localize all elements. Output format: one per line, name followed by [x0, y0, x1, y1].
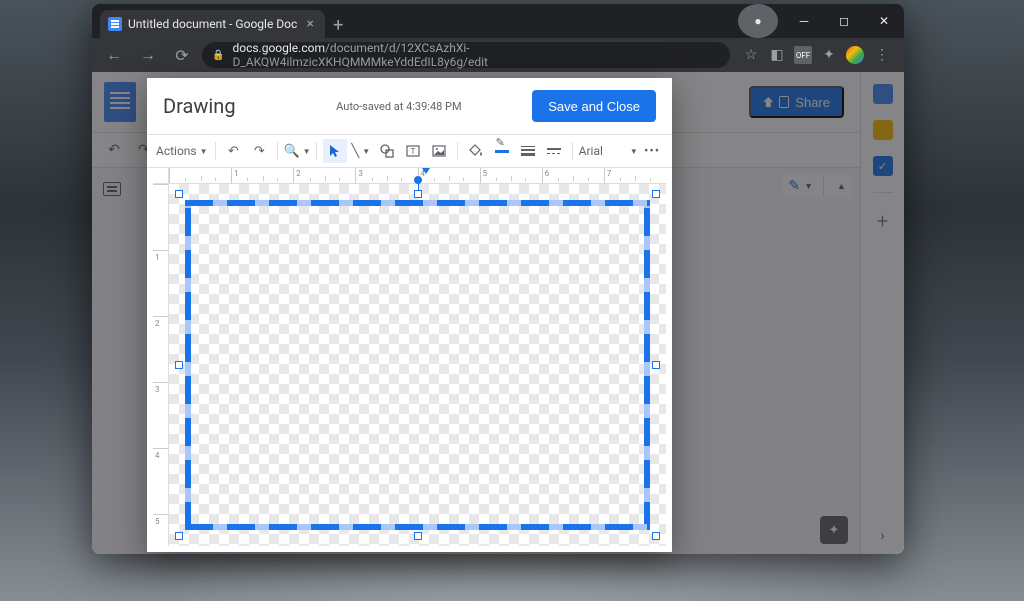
redo-button[interactable]: ↷ [247, 139, 271, 163]
resize-handle-bm[interactable] [414, 532, 422, 540]
reload-button[interactable]: ⟳ [168, 41, 196, 69]
more-options-button[interactable]: ••• [640, 139, 664, 163]
resize-handle-ml[interactable] [175, 361, 183, 369]
extensions-puzzle-icon[interactable]: ✦ [820, 46, 838, 64]
border-weight-button[interactable] [516, 139, 540, 163]
toolbar-separator [277, 142, 278, 160]
actions-menu[interactable]: Actions▼ [155, 139, 209, 163]
rotate-handle[interactable] [414, 176, 422, 184]
toolbar-separator [572, 142, 573, 160]
browser-menu-button[interactable]: ⋮ [872, 46, 890, 64]
address-bar: ← → ⟳ 🔒 docs.google.com/document/d/12XCs… [92, 38, 904, 72]
resize-handle-br[interactable] [652, 532, 660, 540]
docs-favicon-icon [108, 17, 122, 31]
shape-tool[interactable] [375, 139, 399, 163]
profile-avatar[interactable] [846, 46, 864, 64]
back-button[interactable]: ← [100, 41, 128, 69]
forward-button[interactable]: → [134, 41, 162, 69]
toolbar-separator [316, 142, 317, 160]
lock-icon: 🔒 [212, 50, 224, 61]
ruler-marker-icon [422, 168, 430, 174]
extension-icons: ☆ ◧ OFF ✦ ⋮ [736, 46, 896, 64]
chevron-down-icon: ▼ [630, 147, 638, 156]
extension-bookmark-icon[interactable]: ◧ [768, 46, 786, 64]
drawing-canvas[interactable] [169, 184, 666, 546]
image-tool[interactable] [427, 139, 451, 163]
close-window-button[interactable]: ✕ [864, 4, 904, 38]
drawing-canvas-area: 1 2 3 4 5 6 7 1 2 3 4 5 [147, 168, 672, 552]
chevron-down-icon: ▼ [362, 147, 370, 156]
tab-title: Untitled document - Google Doc [128, 17, 297, 31]
rectangle-shape[interactable] [179, 194, 656, 536]
ruler-corner [153, 168, 169, 184]
textbox-tool[interactable]: T [401, 139, 425, 163]
chevron-down-icon: ▼ [303, 147, 311, 156]
new-tab-button[interactable]: + [325, 12, 351, 38]
resize-handle-tm[interactable] [414, 190, 422, 198]
omnibox[interactable]: 🔒 docs.google.com/document/d/12XCsAzhXi-… [202, 42, 730, 68]
resize-handle-bl[interactable] [175, 532, 183, 540]
border-dash-button[interactable] [542, 139, 566, 163]
svg-text:T: T [410, 147, 415, 156]
toolbar-separator [457, 142, 458, 160]
save-and-close-button[interactable]: Save and Close [532, 90, 656, 122]
extension-off-icon[interactable]: OFF [794, 46, 812, 64]
drawing-toolbar: Actions▼ ↶ ↷ 🔍▼ ╲▼ T Arial▼ ••• [147, 134, 672, 168]
url-host: docs.google.com [232, 41, 325, 55]
border-color-button[interactable] [490, 139, 514, 163]
line-tool[interactable]: ╲▼ [349, 139, 373, 163]
toolbar-separator [215, 142, 216, 160]
fill-color-button[interactable] [464, 139, 488, 163]
drawing-dialog: Drawing Auto-saved at 4:39:48 PM Save an… [147, 78, 672, 552]
tab-strip: Untitled document - Google Doc × + [92, 4, 738, 38]
browser-tab[interactable]: Untitled document - Google Doc × [100, 10, 325, 38]
resize-handle-mr[interactable] [652, 361, 660, 369]
vertical-ruler[interactable]: 1 2 3 4 5 [153, 184, 169, 546]
tab-close-button[interactable]: × [303, 16, 317, 32]
star-icon[interactable]: ☆ [742, 46, 760, 64]
chevron-down-icon: ▼ [200, 147, 208, 156]
resize-handle-tl[interactable] [175, 190, 183, 198]
window-controls: ● ─ ◻ ✕ [738, 4, 904, 38]
drawing-title: Drawing [163, 94, 236, 118]
tab-audio-icon[interactable]: ● [738, 4, 778, 38]
font-selector[interactable]: Arial▼ [578, 139, 638, 163]
maximize-button[interactable]: ◻ [824, 4, 864, 38]
zoom-button[interactable]: 🔍▼ [284, 139, 310, 163]
autosave-status: Auto-saved at 4:39:48 PM [236, 100, 533, 113]
select-tool[interactable] [323, 139, 347, 163]
drawing-header: Drawing Auto-saved at 4:39:48 PM Save an… [147, 78, 672, 134]
browser-titlebar: Untitled document - Google Doc × + ● ─ ◻… [92, 4, 904, 38]
resize-handle-tr[interactable] [652, 190, 660, 198]
undo-button[interactable]: ↶ [221, 139, 245, 163]
minimize-button[interactable]: ─ [784, 4, 824, 38]
